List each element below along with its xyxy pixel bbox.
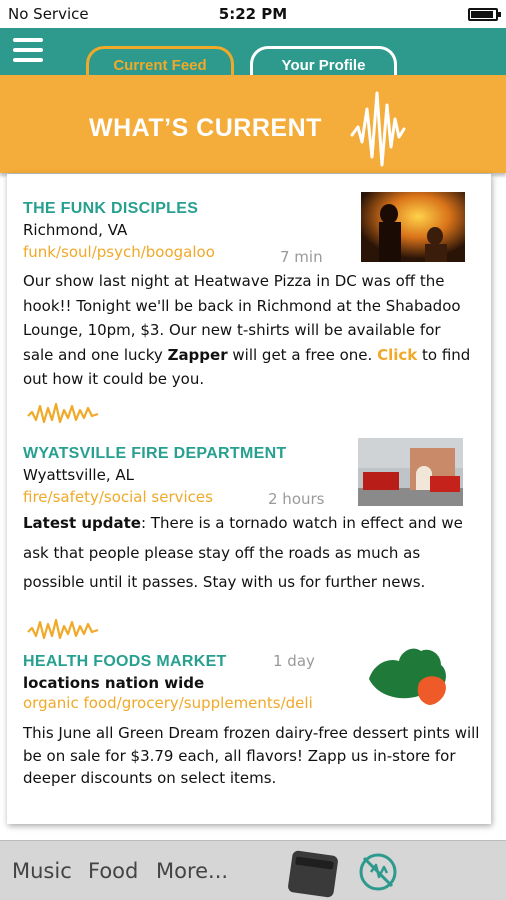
post-time: 2 hours xyxy=(268,490,325,508)
post-time: 1 day xyxy=(273,652,315,670)
wave-icon xyxy=(27,618,99,640)
post-body: This June all Green Dream frozen dairy-f… xyxy=(23,724,480,787)
post-time: 7 min xyxy=(280,248,323,266)
battery-icon xyxy=(468,8,501,21)
wave-icon xyxy=(27,402,99,424)
firehouse-photo[interactable] xyxy=(358,438,463,506)
band-photo[interactable] xyxy=(361,192,465,262)
nav-food[interactable]: Food xyxy=(88,859,138,883)
post-body: Latest update: There is a tornado watch … xyxy=(23,514,463,591)
clock: 5:22 PM xyxy=(218,5,288,23)
wave-icon xyxy=(350,91,406,167)
nav-music[interactable]: Music xyxy=(12,859,72,883)
whats-current-banner: WHAT’S CURRENT xyxy=(0,75,506,173)
wallet-icon[interactable] xyxy=(287,850,339,898)
post-body: Our show last night at Heatwave Pizza in… xyxy=(23,272,471,388)
menu-icon[interactable] xyxy=(13,38,43,64)
bottom-nav: Music Food More... xyxy=(0,840,506,900)
click-link[interactable]: Click xyxy=(377,346,417,364)
zap-icon[interactable] xyxy=(357,851,399,893)
nav-more[interactable]: More... xyxy=(156,859,228,883)
page-title: WHAT’S CURRENT xyxy=(89,114,322,142)
leaf-icon[interactable] xyxy=(367,643,451,707)
status-bar: No Service 5:22 PM xyxy=(0,0,506,28)
